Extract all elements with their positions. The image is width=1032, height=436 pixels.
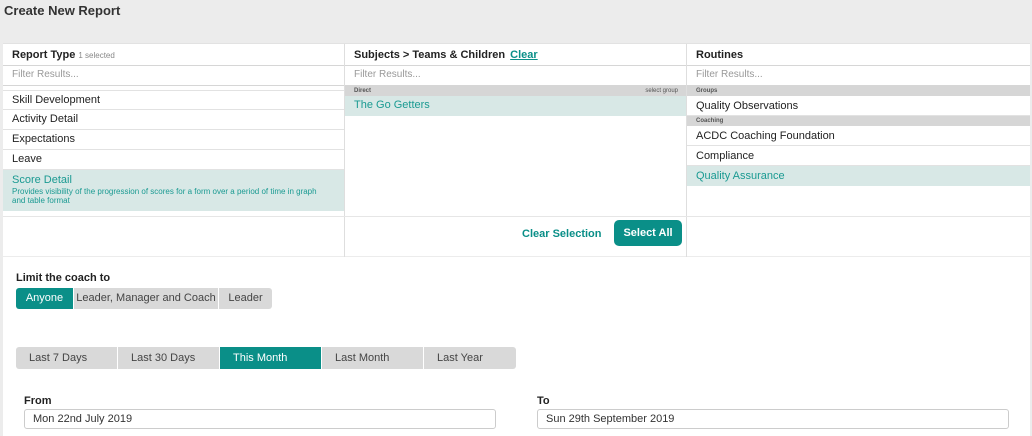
selected-count: 1 selected [78, 51, 115, 60]
subject-item-the-go-getters[interactable]: The Go Getters [345, 96, 686, 116]
report-type-item-description: Provides visibility of the progression o… [12, 187, 317, 205]
selection-actions: Clear Selection Select All [3, 216, 1030, 257]
subjects-group-direct: Direct select group [345, 86, 686, 96]
date-option-last-month[interactable]: Last Month [322, 347, 424, 369]
from-date-field[interactable]: Mon 22nd July 2019 [24, 409, 496, 429]
routine-item-compliance[interactable]: Compliance [687, 146, 1030, 166]
date-option-this-month[interactable]: This Month [220, 347, 322, 369]
routines-header: Routines [687, 44, 1030, 66]
date-option-last-30-days[interactable]: Last 30 Days [118, 347, 220, 369]
routine-item-acdc-coaching-foundation[interactable]: ACDC Coaching Foundation [687, 126, 1030, 146]
date-option-last-7-days[interactable]: Last 7 Days [16, 347, 118, 369]
date-range-segmented-control: Last 7 Days Last 30 Days This Month Last… [16, 347, 516, 369]
subjects-title: Subjects > Teams & Children [354, 49, 506, 61]
from-label: From [24, 395, 52, 407]
report-type-item-skill-development[interactable]: Skill Development [3, 90, 344, 110]
subjects-filter-input[interactable]: Filter Results... [345, 66, 686, 86]
routine-item-quality-observations[interactable]: Quality Observations [687, 96, 1030, 116]
limit-option-leader-manager-coach[interactable]: Leader, Manager and Coach [74, 288, 219, 309]
date-option-last-year[interactable]: Last Year [424, 347, 516, 369]
routines-title: Routines [696, 49, 744, 61]
routine-item-quality-assurance[interactable]: Quality Assurance [687, 166, 1030, 186]
report-options: Limit the coach to Anyone Leader, Manage… [3, 257, 1030, 436]
page-title: Create New Report [4, 3, 121, 18]
select-all-button[interactable]: Select All [614, 220, 682, 246]
limit-option-leader[interactable]: Leader [219, 288, 272, 309]
report-config-panels: Report Type 1 selected Filter Results... … [3, 43, 1030, 257]
report-type-item-label: Score Detail [12, 174, 72, 186]
to-label: To [537, 395, 550, 407]
limit-coach-label: Limit the coach to [16, 272, 111, 284]
clear-selection-button[interactable]: Clear Selection [522, 228, 601, 240]
clear-subjects-link[interactable]: Clear [510, 49, 538, 61]
limit-coach-segmented-control: Anyone Leader, Manager and Coach Leader [16, 288, 272, 309]
report-type-item-score-detail[interactable]: Score Detail Provides visibility of the … [3, 170, 344, 211]
report-type-item-expectations[interactable]: Expectations [3, 130, 344, 150]
to-date-field[interactable]: Sun 29th September 2019 [537, 409, 1009, 429]
subjects-header: Subjects > Teams & Children Clear [345, 44, 686, 66]
select-group-link[interactable]: select group [645, 88, 678, 94]
routines-group-groups: Groups [687, 86, 1030, 96]
group-label: Coaching [696, 118, 724, 124]
limit-option-anyone[interactable]: Anyone [16, 288, 74, 309]
report-type-item-leave[interactable]: Leave [3, 150, 344, 170]
report-type-title: Report Type [12, 49, 76, 61]
group-label: Groups [696, 88, 718, 94]
routines-filter-input[interactable]: Filter Results... [687, 66, 1030, 86]
report-type-filter-input[interactable]: Filter Results... [3, 66, 344, 86]
report-type-header: Report Type 1 selected [3, 44, 344, 66]
report-type-item-activity-detail[interactable]: Activity Detail [3, 110, 344, 130]
group-label: Direct [354, 88, 372, 94]
routines-group-coaching: Coaching [687, 116, 1030, 126]
